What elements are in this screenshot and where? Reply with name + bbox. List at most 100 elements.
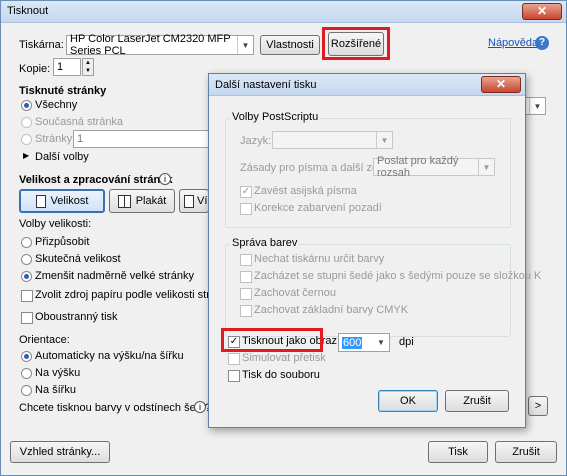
printer-select[interactable]: HP Color LaserJet CM2320 MFP Series PCL …: [66, 33, 254, 57]
sizing-heading: Velikost a zpracování stránek: [19, 174, 173, 186]
poster-button[interactable]: Plakát: [109, 189, 175, 213]
chevron-down-icon: ▼: [529, 98, 545, 114]
page-size-icon: [35, 194, 46, 208]
poster-button-label: Plakát: [135, 195, 167, 207]
duplex-checkbox[interactable]: [21, 312, 33, 324]
pages-range-radio[interactable]: [21, 134, 32, 145]
highlight-print-as-image: [221, 328, 323, 352]
copies-label: Kopie:: [19, 63, 51, 75]
preserve-cmyk-label: Zachovat základní barvy CMYK: [254, 304, 409, 316]
gray-as-k-label: Zacházet se stupni šedé jako s šedými po…: [254, 270, 542, 282]
grayscale-question: Chcete tisknou barvy v odstínech šedí?: [19, 402, 211, 414]
printer-colors-checkbox[interactable]: [240, 254, 252, 266]
multiple-icon: [184, 194, 194, 208]
print-to-file-label: Tisk do souboru: [242, 369, 320, 381]
dialog-title: Další nastavení tisku: [215, 79, 317, 91]
shrink-label: Zmenšit nadměrně velké stránky: [35, 270, 194, 282]
arrow-right-icon: >: [534, 400, 542, 412]
shrink-radio[interactable]: [21, 271, 32, 282]
size-options-label: Volby velikosti:: [19, 218, 92, 230]
print-to-file-checkbox[interactable]: [228, 370, 240, 382]
fit-radio[interactable]: [21, 237, 32, 248]
pages-current-label: Současná stránka: [35, 116, 124, 128]
preview-dropdown[interactable]: ▼: [524, 97, 546, 115]
help-icon[interactable]: ?: [535, 36, 549, 50]
size-button[interactable]: Velikost: [19, 189, 105, 213]
orientation-auto-label: Automaticky na výšku/na šířku: [35, 350, 184, 362]
properties-button[interactable]: Vlastnosti: [260, 35, 320, 55]
expand-triangle-icon[interactable]: ▶: [23, 151, 29, 160]
paper-source-label: Zvolit zdroj papíru podle velikosti strá…: [35, 289, 209, 301]
font-policy-select[interactable]: Poslat pro každý rozsah ▼: [373, 155, 495, 179]
postscript-group-label: Volby PostScriptu: [230, 111, 321, 123]
orientation-landscape-radio[interactable]: [21, 385, 32, 396]
copies-value: 1: [57, 61, 64, 73]
orientation-landscape-label: Na šířku: [35, 384, 76, 396]
orientation-label: Orientace:: [19, 334, 70, 346]
preserve-black-checkbox[interactable]: [240, 288, 252, 300]
next-page-button[interactable]: >: [528, 396, 548, 416]
window-title: Tisknout: [7, 5, 49, 17]
multiple-button[interactable]: Ví: [179, 189, 209, 213]
advanced-print-dialog: Další nastavení tisku ✕ Volby PostScript…: [208, 73, 541, 428]
chevron-down-icon: ▼: [478, 159, 494, 175]
orientation-portrait-radio[interactable]: [21, 368, 32, 379]
poster-icon: [117, 194, 131, 208]
help-link[interactable]: Nápověda: [488, 37, 538, 49]
chevron-down-icon: ▼: [237, 36, 253, 54]
actual-size-radio[interactable]: [21, 254, 32, 265]
info-icon[interactable]: i: [159, 173, 171, 185]
chevron-down-icon: ▼: [377, 338, 385, 347]
highlight-advanced: [322, 27, 390, 60]
pages-heading: Tisknuté stránky: [19, 85, 107, 97]
background-correction-label: Korekce zabarvení pozadí: [254, 202, 382, 214]
more-options-label[interactable]: Další volby: [35, 151, 89, 163]
asian-fonts-label: Zavést asijská písma: [254, 185, 357, 197]
copies-stepper[interactable]: ▲ ▼: [82, 58, 94, 76]
printer-label: Tiskárna:: [19, 39, 64, 51]
dpi-value: 600: [342, 336, 363, 349]
simulate-overprint-checkbox[interactable]: [228, 353, 240, 365]
grayscale-info-icon[interactable]: i: [194, 401, 206, 413]
orientation-portrait-label: Na výšku: [35, 367, 81, 379]
preserve-cmyk-checkbox[interactable]: [240, 305, 252, 317]
language-select[interactable]: ▼: [272, 131, 393, 149]
printer-colors-label: Nechat tiskárnu určit barvy: [254, 253, 385, 265]
pages-range-input[interactable]: 1: [73, 130, 209, 148]
dialog-cancel-button[interactable]: Zrušit: [445, 390, 509, 412]
multiple-button-label: Ví: [197, 195, 208, 207]
simulate-overprint-label: Simulovat přetisk: [242, 352, 326, 364]
dpi-select[interactable]: 600 ▼: [338, 333, 390, 352]
orientation-auto-radio[interactable]: [21, 351, 32, 362]
cancel-button[interactable]: Zrušit: [495, 441, 557, 463]
close-window-button[interactable]: ✕: [522, 3, 562, 20]
page-setup-button[interactable]: Vzhled stránky...: [10, 441, 110, 463]
pages-current-radio[interactable]: [21, 117, 32, 128]
dpi-label: dpi: [399, 336, 414, 348]
dialog-title-bar: Další nastavení tisku ✕: [209, 74, 525, 96]
size-button-label: Velikost: [50, 195, 89, 207]
pages-all-label: Všechny: [35, 99, 78, 111]
chevron-down-icon: ▼: [376, 132, 392, 148]
printer-value: HP Color LaserJet CM2320 MFP Series PCL: [70, 33, 231, 57]
copies-input[interactable]: 1: [53, 58, 81, 76]
background-correction-checkbox[interactable]: [240, 203, 252, 215]
paper-source-checkbox[interactable]: [21, 290, 33, 302]
gray-as-k-checkbox[interactable]: [240, 271, 252, 283]
pages-range-value: 1: [77, 133, 84, 145]
asian-fonts-checkbox[interactable]: ✓: [240, 186, 252, 198]
language-label: Jazyk:: [240, 135, 272, 147]
pages-all-radio[interactable]: [21, 100, 32, 111]
preserve-black-label: Zachovat černou: [254, 287, 336, 299]
pages-range-label: Stránky: [35, 133, 73, 145]
fit-label: Přizpůsobit: [35, 236, 90, 248]
duplex-label: Oboustranný tisk: [35, 311, 118, 323]
font-policy-value: Poslat pro každý rozsah: [377, 155, 459, 179]
dialog-close-button[interactable]: ✕: [481, 76, 521, 93]
color-group-label: Správa barev: [230, 237, 300, 249]
print-window: Tisknout ✕ Tiskárna: HP Color LaserJet C…: [0, 0, 567, 476]
print-button[interactable]: Tisk: [428, 441, 488, 463]
title-bar: Tisknout ✕: [1, 1, 566, 23]
ok-button[interactable]: OK: [378, 390, 438, 412]
actual-size-label: Skutečná velikost: [35, 253, 121, 265]
